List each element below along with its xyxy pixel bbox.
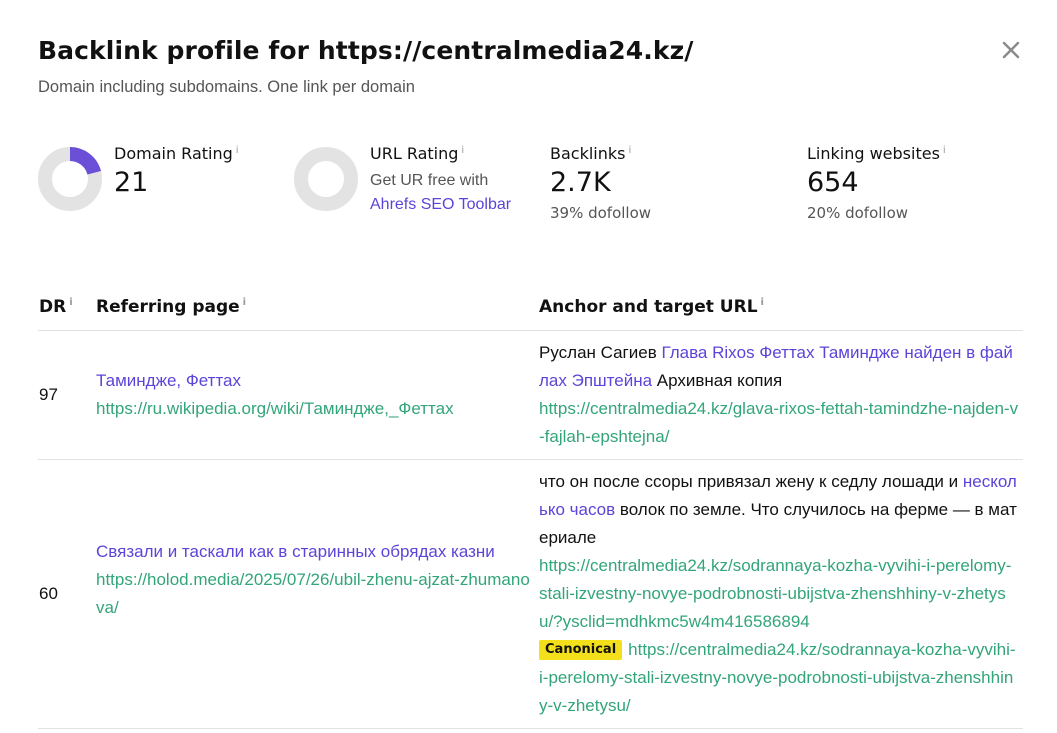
linking-websites-value: 654	[807, 167, 859, 198]
linking-websites-metric: Linking websites i 654 20% dofollow	[807, 144, 946, 222]
table-divider	[38, 728, 1023, 729]
info-icon[interactable]: i	[761, 297, 764, 308]
referring-page-cell: Таминдже, Феттах https://ru.wikipedia.or…	[96, 367, 536, 423]
anchor-text-before: Руслан Сагиев	[539, 343, 662, 362]
info-icon[interactable]: i	[236, 145, 239, 156]
anchor-cell: что он после ссоры привязал жену к седлу…	[539, 468, 1019, 720]
backlinks-metric: Backlinks i 2.7K 39% dofollow	[550, 144, 651, 222]
linking-websites-label: Linking websites	[807, 144, 940, 163]
close-button[interactable]	[997, 36, 1027, 66]
column-header-referring-page[interactable]: Referring page i	[96, 297, 246, 317]
linking-websites-dofollow: 20% dofollow	[807, 204, 909, 222]
anchor-text-before: что он после ссоры привязал жену к седлу…	[539, 472, 963, 491]
backlinks-value: 2.7K	[550, 167, 611, 198]
canonical-badge: Canonical	[539, 640, 623, 660]
anchor-text-after: Архивная копия	[652, 371, 783, 390]
referring-page-cell: Связали и таскали как в старинных обряда…	[96, 538, 536, 622]
backlinks-dofollow: 39% dofollow	[550, 204, 652, 222]
info-icon[interactable]: i	[943, 145, 946, 156]
referring-page-title-link[interactable]: Таминдже, Феттах	[96, 371, 241, 390]
target-url-link[interactable]: https://centralmedia24.kz/sodrannaya-koz…	[539, 556, 1011, 631]
column-header-dr[interactable]: DR i	[39, 297, 73, 317]
domain-rating-donut	[38, 147, 102, 211]
url-rating-donut	[294, 147, 358, 211]
backlinks-label: Backlinks	[550, 144, 626, 163]
info-icon[interactable]: i	[243, 297, 246, 308]
page-title: Backlink profile for https://centralmedi…	[38, 36, 694, 65]
close-icon	[1002, 41, 1020, 59]
page-subtitle: Domain including subdomains. One link pe…	[38, 78, 415, 96]
url-rating-metric: URL Rating i Get UR free with Ahrefs SEO T…	[370, 144, 530, 217]
table-row: 97 Таминдже, Феттах https://ru.wikipedia…	[38, 339, 1023, 459]
ahrefs-toolbar-link[interactable]: Ahrefs SEO Toolbar	[370, 196, 511, 213]
url-rating-label: URL Rating	[370, 144, 459, 163]
row-dr-value: 60	[39, 584, 58, 603]
column-header-anchor[interactable]: Anchor and target URL i	[539, 297, 764, 317]
target-url-link[interactable]: https://centralmedia24.kz/glava-rixos-fe…	[539, 399, 1018, 446]
info-icon[interactable]: i	[628, 145, 631, 156]
domain-rating-metric: Domain Rating i 21	[114, 144, 239, 198]
table-divider	[38, 330, 1023, 331]
domain-rating-arc	[69, 147, 101, 176]
referring-page-title-link[interactable]: Связали и таскали как в старинных обряда…	[96, 542, 495, 561]
row-dr-value: 97	[39, 385, 58, 404]
domain-rating-value: 21	[114, 167, 149, 198]
table-divider	[38, 459, 1023, 460]
domain-rating-label: Domain Rating	[114, 144, 233, 163]
referring-page-url-link[interactable]: https://holod.media/2025/07/26/ubil-zhen…	[96, 570, 530, 617]
url-rating-desc: Get UR free with	[370, 172, 489, 189]
anchor-cell: Руслан Сагиев Глава Rixos Феттах Таминдж…	[539, 339, 1019, 451]
referring-page-url-link[interactable]: https://ru.wikipedia.org/wiki/Таминдже,_…	[96, 399, 454, 418]
info-icon[interactable]: i	[69, 297, 72, 308]
info-icon[interactable]: i	[461, 145, 464, 156]
table-row: 60 Связали и таскали как в старинных обр…	[38, 468, 1023, 728]
